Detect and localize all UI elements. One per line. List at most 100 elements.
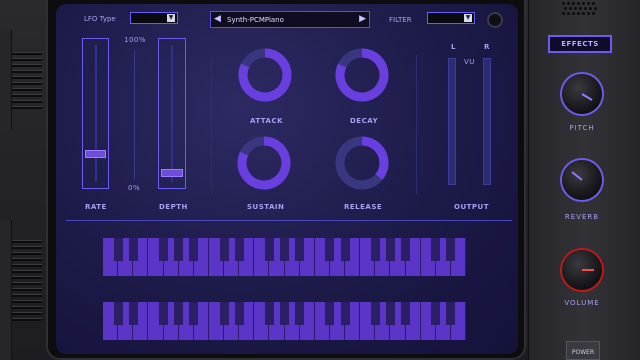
sustain-label: SUSTAIN: [247, 203, 285, 211]
black-key[interactable]: [401, 238, 410, 261]
black-key[interactable]: [189, 238, 199, 261]
black-key[interactable]: [128, 302, 138, 325]
vent-grille: [12, 52, 42, 122]
release-knob-value-arc: [361, 136, 389, 180]
speaker-hole: [592, 12, 595, 15]
black-key[interactable]: [385, 238, 395, 261]
black-key[interactable]: [159, 238, 168, 261]
section-divider: [416, 55, 417, 195]
speaker-hole: [577, 2, 580, 5]
black-key[interactable]: [340, 302, 350, 325]
filter-label: FILTER: [389, 16, 412, 24]
depth-slider-thumb[interactable]: [161, 169, 183, 178]
scale-top-label: 100%: [124, 36, 147, 44]
dropdown-arrow-icon: ▼: [464, 14, 472, 22]
knob-indicator-icon: [571, 171, 583, 181]
speaker-hole: [574, 7, 577, 10]
black-key[interactable]: [325, 302, 335, 325]
black-key[interactable]: [174, 238, 184, 261]
reverb-knob[interactable]: [562, 160, 602, 200]
black-key[interactable]: [128, 238, 138, 261]
attack-knob[interactable]: [237, 47, 293, 103]
speaker-hole: [589, 7, 592, 10]
black-key[interactable]: [234, 302, 244, 325]
release-knob[interactable]: [334, 135, 390, 191]
black-key[interactable]: [280, 238, 289, 261]
black-key[interactable]: [113, 238, 123, 261]
black-key[interactable]: [446, 238, 456, 261]
left-side-panel: [0, 30, 12, 130]
preset-prev-button[interactable]: ◀: [214, 14, 221, 24]
black-key[interactable]: [174, 302, 184, 325]
knob-indicator-icon: [582, 269, 594, 271]
pitch-label: PITCH: [569, 124, 595, 132]
black-key[interactable]: [264, 238, 274, 261]
black-key[interactable]: [446, 302, 456, 325]
speaker-hole: [592, 2, 595, 5]
speaker-hole: [577, 12, 580, 15]
volume-knob[interactable]: [562, 250, 602, 290]
effects-button[interactable]: EFFECTS: [548, 35, 612, 53]
preset-next-button[interactable]: ▶: [359, 14, 366, 24]
filter-toggle-button[interactable]: [487, 12, 503, 28]
vent-grille-lower: [12, 240, 42, 340]
keyboard-divider: [66, 220, 512, 221]
black-key[interactable]: [385, 302, 395, 325]
filter-dropdown[interactable]: ▼: [427, 12, 475, 24]
lfo-type-dropdown[interactable]: ▼: [130, 12, 178, 24]
decay-knob[interactable]: [334, 47, 390, 103]
reverb-label: REVERB: [564, 213, 600, 221]
black-key[interactable]: [370, 238, 380, 261]
black-key[interactable]: [431, 302, 441, 325]
slider-track: [94, 45, 97, 182]
black-key[interactable]: [431, 238, 441, 261]
pitch-knob[interactable]: [562, 74, 602, 114]
speaker-hole: [572, 2, 575, 5]
black-key[interactable]: [295, 302, 305, 325]
output-left-label: L: [451, 43, 456, 51]
rate-slider[interactable]: [82, 38, 109, 189]
speaker-hole: [572, 12, 575, 15]
attack-label: ATTACK: [250, 117, 284, 125]
lfo-type-label: LFO Type: [84, 15, 116, 23]
volume-label: VOLUME: [564, 299, 600, 307]
black-key[interactable]: [340, 238, 350, 261]
speaker-hole: [569, 7, 572, 10]
power-button[interactable]: POWER: [566, 341, 600, 360]
speaker-hole: [594, 7, 597, 10]
black-key[interactable]: [280, 302, 289, 325]
black-key[interactable]: [325, 238, 335, 261]
speaker-hole: [564, 7, 567, 10]
depth-slider[interactable]: [158, 38, 186, 189]
speaker-grille: [558, 0, 598, 18]
section-divider: [211, 55, 212, 195]
vu-label: VU: [464, 58, 475, 66]
slider-track: [171, 45, 173, 182]
black-key[interactable]: [370, 302, 380, 325]
rate-label: RATE: [85, 203, 107, 211]
keyboard-upper: [103, 238, 466, 276]
knob-indicator-icon: [581, 93, 593, 101]
black-key[interactable]: [159, 302, 168, 325]
black-key[interactable]: [234, 238, 244, 261]
black-key[interactable]: [219, 238, 229, 261]
preset-name: Synth-PCMPiano: [227, 16, 284, 24]
speaker-hole: [562, 2, 565, 5]
left-side-panel-lower: [0, 220, 12, 360]
black-key[interactable]: [219, 302, 229, 325]
black-key[interactable]: [264, 302, 274, 325]
speaker-hole: [567, 2, 570, 5]
keyboard-lower: [103, 302, 466, 340]
output-right-label: R: [484, 43, 490, 51]
speaker-hole: [584, 7, 587, 10]
black-key[interactable]: [189, 302, 199, 325]
sustain-knob[interactable]: [236, 135, 292, 191]
vu-meter-right: [483, 58, 491, 185]
dropdown-arrow-icon: ▼: [167, 14, 175, 22]
rate-slider-thumb[interactable]: [85, 150, 106, 159]
black-key[interactable]: [113, 302, 123, 325]
speaker-hole: [582, 2, 585, 5]
black-key[interactable]: [401, 302, 410, 325]
black-key[interactable]: [295, 238, 305, 261]
output-label: OUTPUT: [454, 203, 489, 211]
